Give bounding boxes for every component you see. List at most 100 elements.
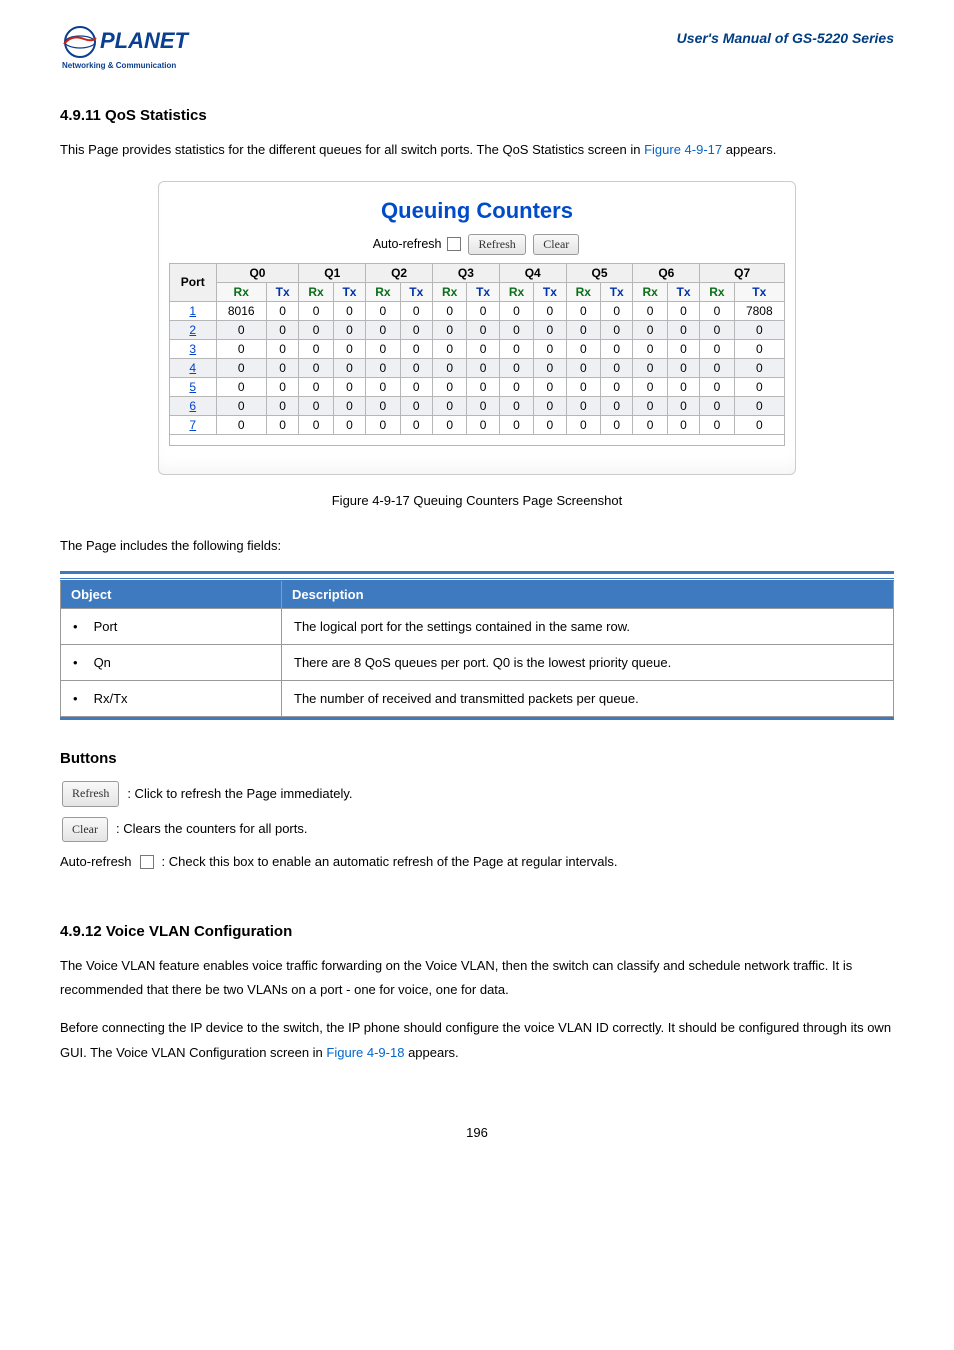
cell-value: 0 [299,396,333,415]
cell-value: 0 [299,301,333,320]
cell-value: 0 [566,377,600,396]
autorefresh-checkbox-sample[interactable] [140,855,154,869]
cell-value: 0 [400,377,432,396]
cell-value: 0 [333,396,365,415]
cell-value: 0 [400,301,432,320]
figure-title: Queuing Counters [169,198,785,224]
table-row: Port The logical port for the settings c… [61,609,894,645]
cell-value: 0 [366,377,400,396]
port-link[interactable]: 2 [189,323,196,337]
queue-header: Q2 [366,263,433,282]
cell-value: 0 [633,301,667,320]
cell-value: 0 [633,377,667,396]
cell-value: 0 [499,320,533,339]
cell-value: 0 [499,415,533,434]
cell-value: 0 [467,320,499,339]
rxtx-header: Rx [433,282,467,301]
cell-value: 0 [700,339,734,358]
table-row: 50000000000000000 [170,377,785,396]
cell-value: 8016 [216,301,266,320]
cell-value: 0 [667,358,699,377]
queue-header: Q6 [633,263,700,282]
fields-header-desc: Description [282,580,894,609]
cell-value: 0 [534,320,566,339]
cell-value: 0 [667,396,699,415]
cell-value: 0 [600,377,632,396]
port-link[interactable]: 6 [189,399,196,413]
cell-value: 0 [467,415,499,434]
cell-value: 0 [299,339,333,358]
clear-button[interactable]: Clear [533,234,579,255]
cell-value: 0 [534,377,566,396]
cell-value: 0 [433,377,467,396]
cell-value: 0 [499,358,533,377]
rxtx-header: Rx [566,282,600,301]
queuing-counters-table: PortQ0Q1Q2Q3Q4Q5Q6Q7 RxTxRxTxRxTxRxTxRxT… [169,263,785,446]
port-link[interactable]: 7 [189,418,196,432]
port-link[interactable]: 1 [189,304,196,318]
cell-value: 0 [700,358,734,377]
figure-ref-link[interactable]: Figure 4-9-17 [644,142,722,157]
cell-value: 0 [566,358,600,377]
cell-value: 0 [400,320,432,339]
voice-vlan-p2: Before connecting the IP device to the s… [60,1016,894,1065]
clear-button-sample[interactable]: Clear [62,817,108,842]
port-link[interactable]: 4 [189,361,196,375]
cell-value: 0 [566,320,600,339]
queue-header: Q7 [700,263,785,282]
section-title-qos-stats: 4.9.11 QoS Statistics [60,107,894,124]
cell-value: 0 [266,377,298,396]
cell-value: 0 [600,320,632,339]
queue-header: Q3 [433,263,500,282]
cell-value: 0 [467,301,499,320]
rxtx-header: Tx [266,282,298,301]
refresh-button-sample[interactable]: Refresh [62,781,119,806]
cell-value: 0 [534,415,566,434]
cell-value: 0 [667,415,699,434]
rxtx-header: Tx [600,282,632,301]
fields-intro: The Page includes the following fields: [60,534,894,559]
brand-logo: PLANET Networking & Communication [60,24,240,77]
fields-table: Object Description Port The logical port… [60,578,894,717]
p2-before: Before connecting the IP device to the s… [60,1020,891,1060]
cell-value: 0 [333,358,365,377]
port-link[interactable]: 3 [189,342,196,356]
cell-value: 0 [734,415,784,434]
cell-value: 0 [366,358,400,377]
cell-value: 7808 [734,301,784,320]
autorefresh-checkbox[interactable] [447,237,461,251]
svg-text:PLANET: PLANET [100,28,190,53]
field-desc: The number of received and transmitted p… [282,681,894,717]
cell-value: 0 [433,320,467,339]
cell-value: 0 [700,377,734,396]
buttons-title: Buttons [60,750,894,767]
rxtx-header: Rx [299,282,333,301]
figure-ref-link-2[interactable]: Figure 4-9-18 [326,1045,404,1060]
fields-header-object: Object [61,580,282,609]
rxtx-header: Rx [216,282,266,301]
cell-value: 0 [566,301,600,320]
cell-value: 0 [266,320,298,339]
intro-paragraph: This Page provides statistics for the di… [60,138,894,163]
voice-vlan-p1: The Voice VLAN feature enables voice tra… [60,954,894,1003]
cell-value: 0 [366,320,400,339]
page-number: 196 [60,1125,894,1140]
cell-value: 0 [600,301,632,320]
cell-value: 0 [499,377,533,396]
cell-value: 0 [333,301,365,320]
cell-value: 0 [467,339,499,358]
cell-value: 0 [266,396,298,415]
cell-value: 0 [433,358,467,377]
refresh-button[interactable]: Refresh [468,234,525,255]
cell-value: 0 [467,358,499,377]
cell-value: 0 [366,396,400,415]
autorefresh-label: Auto-refresh [373,236,442,250]
rxtx-header: Tx [333,282,365,301]
cell-value: 0 [667,301,699,320]
port-link[interactable]: 5 [189,380,196,394]
cell-value: 0 [366,415,400,434]
cell-value: 0 [216,415,266,434]
table-row: 30000000000000000 [170,339,785,358]
rxtx-header: Rx [366,282,400,301]
table-row: 60000000000000000 [170,396,785,415]
